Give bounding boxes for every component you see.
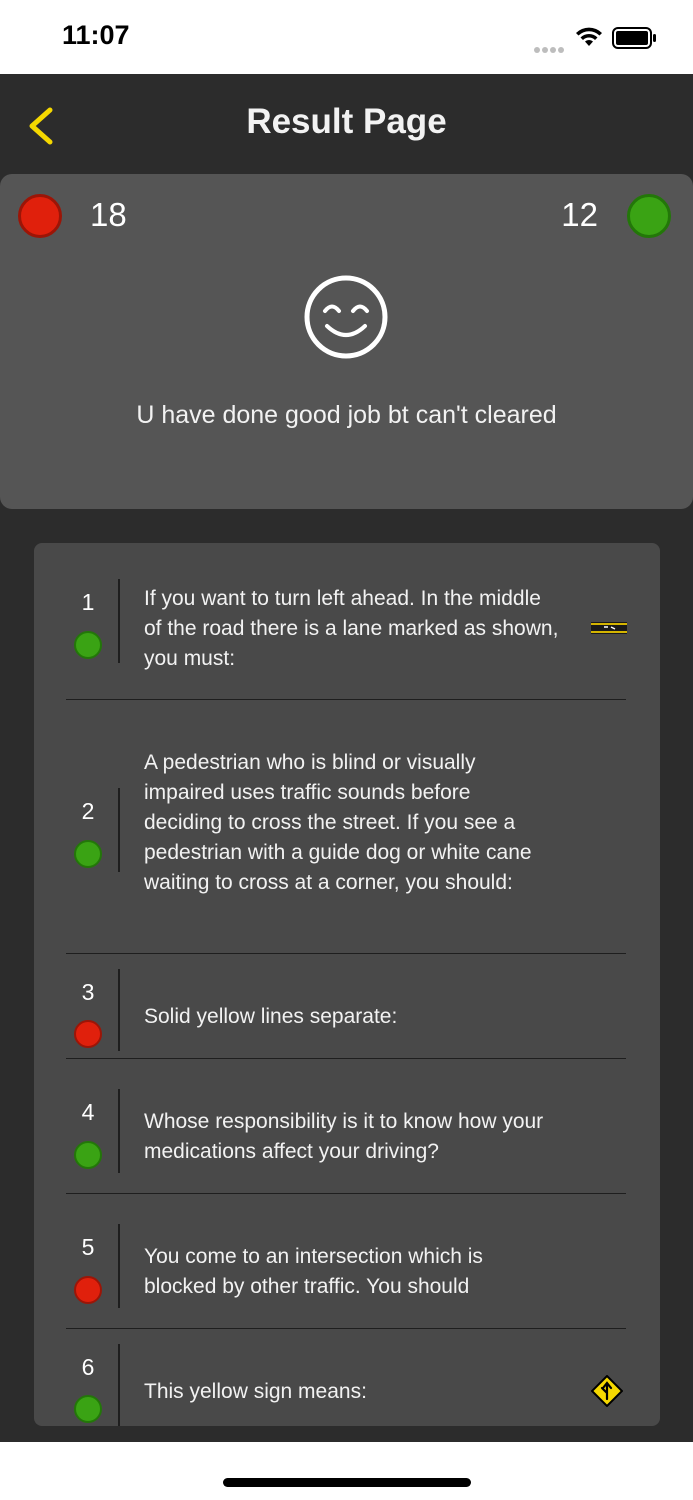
question-number: 1 (81, 589, 95, 615)
question-text: Whose responsibility is it to know how y… (144, 1110, 544, 1163)
question-number: 4 (81, 1099, 95, 1125)
page-title: Result Page (246, 102, 447, 141)
question-text: A pedestrian who is blind or visually im… (144, 751, 532, 894)
divider (118, 579, 120, 663)
divider (118, 1344, 120, 1426)
divider (118, 788, 120, 872)
list-item[interactable]: 5 You come to an intersection which is b… (34, 1194, 660, 1328)
status-time: 11:07 (62, 20, 130, 50)
cellular-signal-icon (534, 40, 566, 58)
list-item[interactable]: 6 This yellow sign means: (34, 1329, 660, 1426)
result-summary-card: 18 12 U have done good job bt can't clea… (0, 174, 693, 509)
divider (118, 1224, 120, 1308)
divider (118, 969, 120, 1051)
battery-icon (612, 27, 656, 49)
home-indicator-area (0, 1442, 693, 1500)
question-number: 5 (81, 1234, 95, 1260)
status-bar: 11:07 (0, 0, 693, 74)
divider (118, 1089, 120, 1173)
question-number: 6 (81, 1354, 95, 1380)
correct-indicator-icon (627, 194, 671, 238)
home-indicator[interactable] (223, 1478, 471, 1487)
correct-status-icon (74, 840, 102, 868)
question-number: 2 (81, 798, 95, 824)
list-item[interactable]: 1 If you want to turn left ahead. In the… (34, 543, 660, 699)
result-message: U have done good job bt can't cleared (136, 401, 557, 429)
question-number: 3 (81, 979, 95, 1005)
smiley-face-icon (304, 275, 388, 359)
lane-marking-icon (591, 622, 627, 634)
question-text: This yellow sign means: (144, 1380, 367, 1403)
navigation-bar: Result Page (0, 74, 693, 174)
wrong-count: 18 (90, 196, 127, 233)
wrong-status-icon (74, 1276, 102, 1304)
merge-sign-icon (591, 1375, 623, 1407)
correct-status-icon (74, 1395, 102, 1423)
question-text: Solid yellow lines separate: (144, 1005, 398, 1028)
correct-status-icon (74, 631, 102, 659)
list-item[interactable]: 2 A pedestrian who is blind or visually … (34, 700, 660, 953)
list-item[interactable]: 3 Solid yellow lines separate: (34, 954, 660, 1058)
wrong-status-icon (74, 1020, 102, 1048)
correct-count: 12 (561, 196, 598, 233)
wrong-indicator-icon (18, 194, 62, 238)
correct-status-icon (74, 1141, 102, 1169)
list-item[interactable]: 4 Whose responsibility is it to know how… (34, 1059, 660, 1193)
question-text: You come to an intersection which is blo… (144, 1245, 483, 1298)
question-list: 1 If you want to turn left ahead. In the… (34, 543, 660, 1426)
wifi-icon (576, 27, 602, 46)
question-text: If you want to turn left ahead. In the m… (144, 587, 559, 670)
